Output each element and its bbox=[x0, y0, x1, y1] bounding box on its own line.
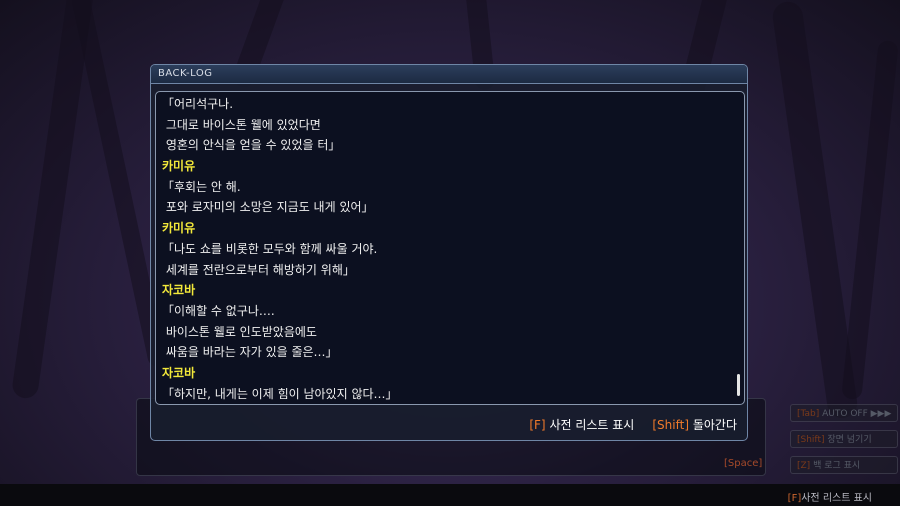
return-key: [Shift] bbox=[652, 418, 689, 432]
bottom-bar bbox=[0, 484, 900, 506]
backlog-lines: 「어리석구나. 그대로 바이스톤 웰에 있었다면 영혼의 안식을 얻을 수 있었… bbox=[162, 94, 744, 404]
backlog-footer: [F] 사전 리스트 표시 [Shift] 돌아간다 bbox=[529, 416, 737, 433]
dialogue-line: 「하지만, 내게는 이제 힘이 남아있지 않다…」 bbox=[162, 386, 398, 401]
backlog-window: BACK-LOG 「어리석구나. 그대로 바이스톤 웰에 있었다면 영혼의 안식… bbox=[150, 64, 748, 441]
skip-scene-button[interactable]: [Shift] 장면 넘기기 bbox=[790, 430, 898, 448]
backlog-button[interactable]: [Z] 백 로그 표시 bbox=[790, 456, 898, 474]
skip-label: 장면 넘기기 bbox=[827, 435, 872, 445]
dictionary-key: [F] bbox=[529, 418, 546, 432]
speaker-name: 카미유 bbox=[162, 159, 196, 174]
space-hint: [Space] bbox=[724, 458, 763, 469]
auto-toggle-button[interactable]: [Tab] AUTO OFF ▶▶▶ bbox=[790, 404, 898, 422]
backlog-label: 백 로그 표시 bbox=[813, 461, 861, 471]
background-vine bbox=[10, 0, 96, 400]
speaker-name: 자코바 bbox=[162, 283, 196, 298]
dictionary-hint[interactable]: [F]사전 리스트 표시 bbox=[788, 489, 872, 504]
dialogue-line: 바이스톤 웰로 인도받았음에도 bbox=[162, 324, 317, 339]
dialogue-line: 「후회는 안 해. bbox=[162, 179, 241, 194]
background-vine bbox=[841, 39, 899, 401]
backlog-log-area[interactable]: 「어리석구나. 그대로 바이스톤 웰에 있었다면 영혼의 안식을 얻을 수 있었… bbox=[155, 91, 745, 405]
auto-key: [Tab] bbox=[797, 409, 820, 419]
speaker-name: 카미유 bbox=[162, 221, 196, 236]
backlog-key: [Z] bbox=[797, 461, 811, 471]
dialogue-line: 싸움을 바라는 자가 있을 줄은…」 bbox=[162, 345, 338, 360]
scrollbar-thumb[interactable] bbox=[737, 374, 740, 396]
dialogue-line: 그대로 바이스톤 웰에 있었다면 bbox=[162, 117, 321, 132]
skip-key: [Shift] bbox=[797, 435, 825, 445]
dialogue-line: 포와 로자미의 소망은 지금도 내게 있어」 bbox=[162, 200, 374, 215]
dictionary-hint-key: [F] bbox=[787, 493, 802, 504]
auto-label: AUTO OFF ▶▶▶ bbox=[822, 409, 892, 419]
speaker-name: 자코바 bbox=[162, 365, 196, 380]
dialogue-line: 「어리석구나. bbox=[162, 97, 234, 111]
backlog-title: BACK-LOG bbox=[151, 65, 747, 84]
dialogue-line: 「나도 쇼를 비롯한 모두와 함께 싸울 거야. bbox=[162, 241, 378, 256]
dialogue-line: 세계를 전란으로부터 해방하기 위해」 bbox=[162, 262, 355, 277]
dictionary-list-button[interactable]: [F] 사전 리스트 표시 bbox=[529, 418, 634, 432]
dialogue-line: 영혼의 안식을 얻을 수 있었을 터」 bbox=[162, 138, 341, 153]
dialogue-line: 「이해할 수 없구나…. bbox=[162, 303, 275, 318]
dictionary-label: 사전 리스트 표시 bbox=[549, 418, 635, 432]
return-label: 돌아간다 bbox=[692, 418, 737, 432]
return-button[interactable]: [Shift] 돌아간다 bbox=[652, 418, 737, 432]
dictionary-hint-label: 사전 리스트 표시 bbox=[801, 493, 872, 504]
